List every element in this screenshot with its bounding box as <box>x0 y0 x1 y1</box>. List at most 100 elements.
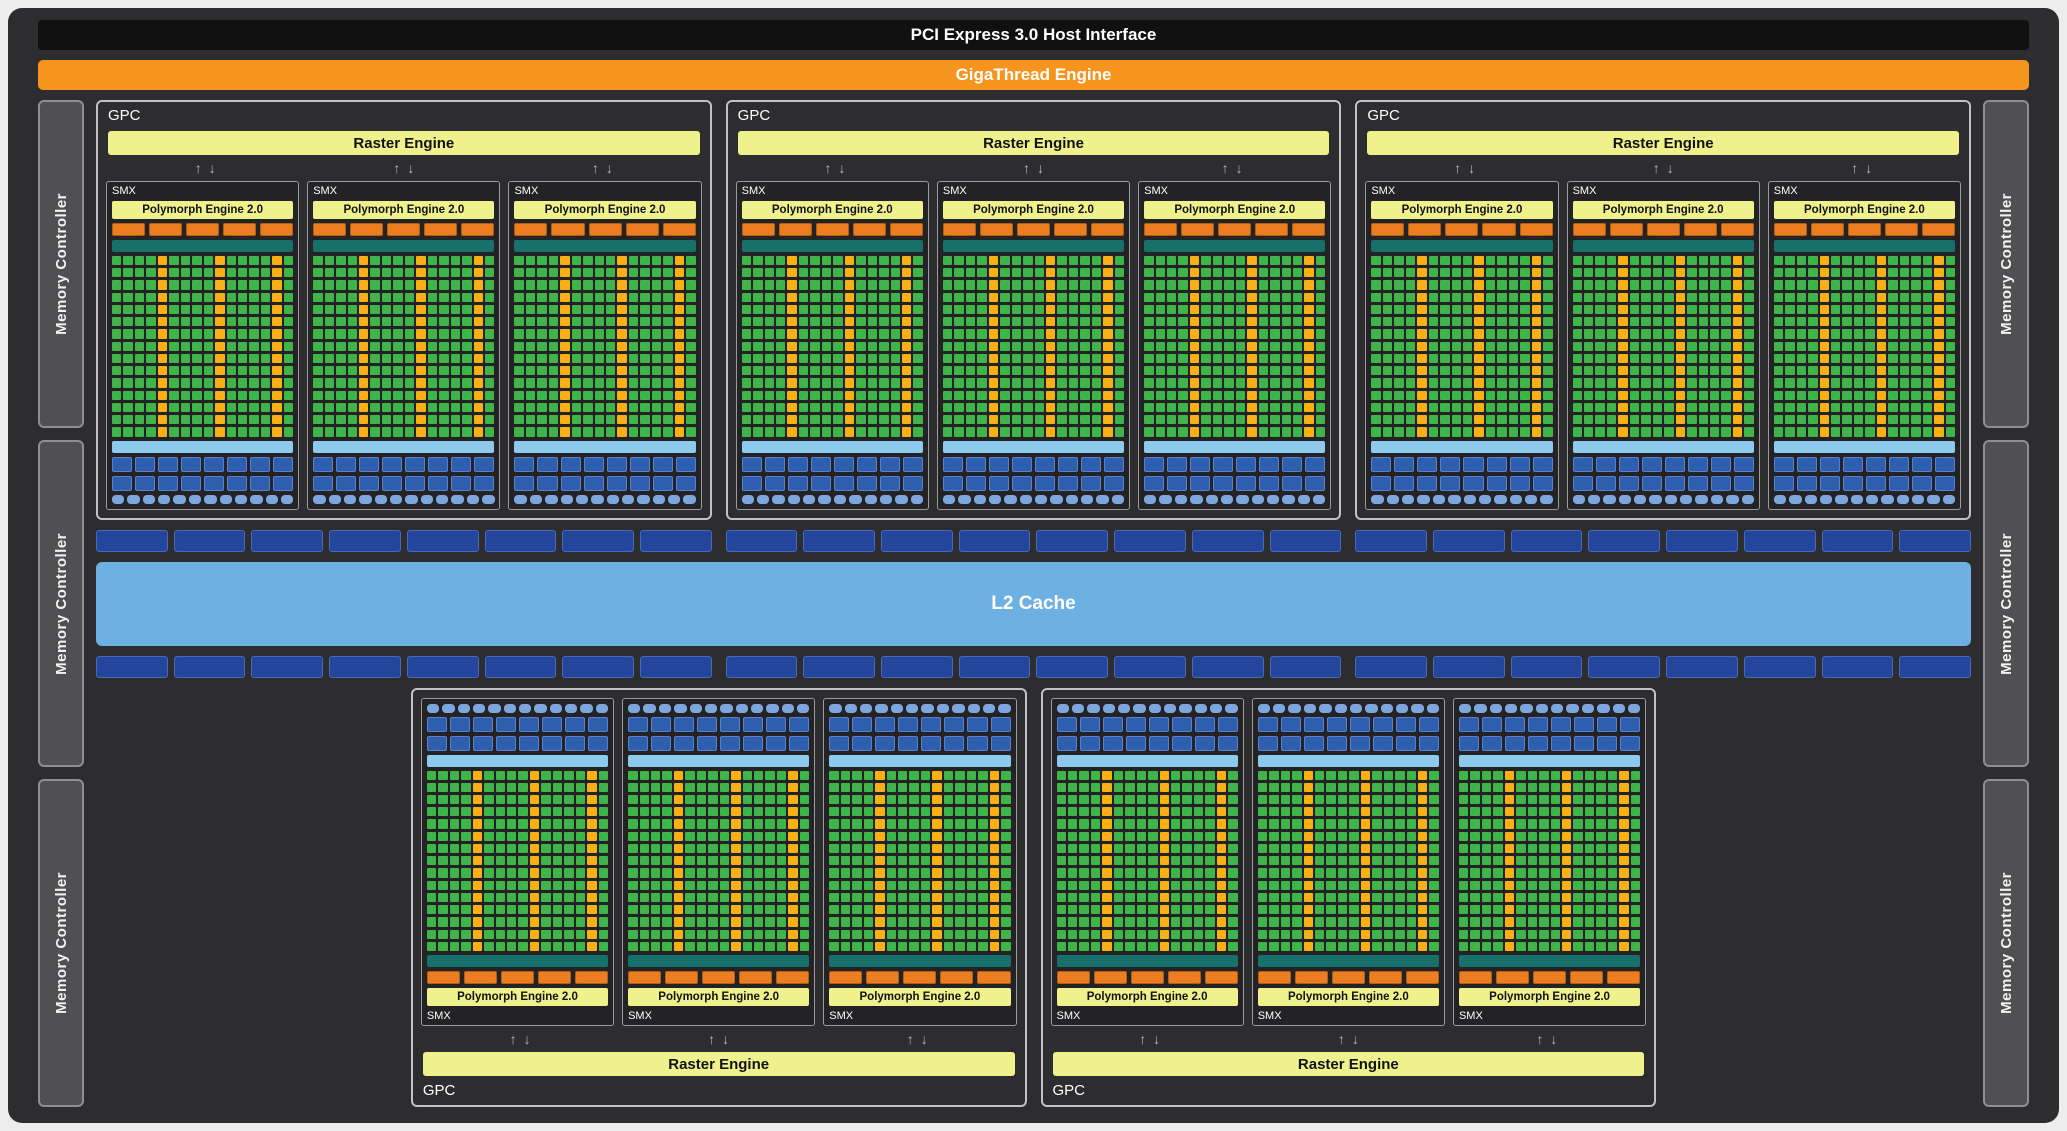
cuda-core-cell <box>462 378 471 387</box>
special-function-cell <box>1618 268 1627 277</box>
cuda-core-cell <box>1092 280 1101 289</box>
cuda-core-cell <box>405 256 414 265</box>
cuda-core-cell <box>1429 856 1438 865</box>
cache-tex-block <box>1144 457 1164 472</box>
cuda-core-cell <box>1000 280 1009 289</box>
cuda-core-cell <box>261 293 270 302</box>
special-function-cell <box>932 771 941 780</box>
cuda-core-cell <box>944 905 953 914</box>
cuda-core-cell <box>1167 427 1176 436</box>
special-function-cell <box>215 268 224 277</box>
special-function-cell <box>1247 317 1256 326</box>
cuda-core-cell <box>1269 905 1278 914</box>
cuda-core-cell <box>485 256 494 265</box>
cuda-core-cell <box>484 930 493 939</box>
smx-label: SMX <box>1057 1010 1238 1022</box>
texture-unit-block <box>803 495 815 504</box>
cuda-core-cell <box>1115 256 1124 265</box>
cuda-core-cell <box>1463 427 1472 436</box>
cuda-core-cell <box>1406 329 1415 338</box>
cache-tex-block <box>834 476 854 491</box>
cache-tex-block <box>720 736 740 751</box>
cuda-core-cell <box>1687 354 1696 363</box>
special-function-cell <box>1418 942 1427 951</box>
cuda-core-cell <box>913 403 922 412</box>
cuda-core-cell <box>1114 930 1123 939</box>
special-function-cell <box>1676 280 1685 289</box>
cuda-core-cell <box>1721 366 1730 375</box>
special-function-cell <box>1217 881 1226 890</box>
cuda-core-cell <box>537 342 546 351</box>
cuda-core-cell <box>743 917 752 926</box>
cache-tex-block <box>496 736 516 751</box>
cuda-core-cell <box>887 942 896 951</box>
cuda-core-cell <box>1543 280 1552 289</box>
cuda-core-cell <box>526 293 535 302</box>
register-file-bar <box>1459 955 1640 967</box>
cuda-core-cell <box>1528 917 1537 926</box>
cuda-core-cell <box>1069 268 1078 277</box>
cuda-core-cell <box>484 844 493 853</box>
cuda-core-cell <box>955 783 964 792</box>
cuda-core-cell <box>1429 819 1438 828</box>
warp-scheduler-block <box>829 971 862 984</box>
cuda-core-cell <box>1395 795 1404 804</box>
cuda-core-cell <box>1315 868 1324 877</box>
cuda-core-cell <box>1573 905 1582 914</box>
cache-tex-block <box>1035 476 1055 491</box>
cuda-core-cell <box>856 403 865 412</box>
special-function-cell <box>1934 366 1943 375</box>
cuda-core-cell <box>1516 795 1525 804</box>
cuda-core-cell <box>1854 268 1863 277</box>
polymorph-engine-bar: Polymorph Engine 2.0 <box>313 201 494 219</box>
cuda-core-cell <box>1946 268 1955 277</box>
cuda-core-cell <box>439 329 448 338</box>
cuda-core-cell <box>1258 783 1267 792</box>
cuda-core-cell <box>336 354 345 363</box>
cache-tex-block <box>1505 736 1525 751</box>
cuda-core-cell <box>966 305 975 314</box>
cuda-core-cell <box>1911 378 1920 387</box>
cuda-core-cell <box>663 342 672 351</box>
cuda-core-cell <box>943 415 952 424</box>
cuda-core-cell <box>1497 415 1506 424</box>
cuda-core-cell <box>1520 329 1529 338</box>
cuda-core-cell <box>572 415 581 424</box>
cache-tex-block <box>788 476 808 491</box>
cuda-core-cell <box>135 305 144 314</box>
l1-cache-row <box>514 476 695 491</box>
polymorph-engine-bar: Polymorph Engine 2.0 <box>1057 988 1238 1006</box>
special-function-cell <box>787 415 796 424</box>
cuda-core-cell <box>1516 771 1525 780</box>
cuda-core-cell <box>913 280 922 289</box>
cuda-core-cell <box>913 342 922 351</box>
cuda-core-cell <box>651 832 660 841</box>
cache-tex-block <box>1482 717 1502 732</box>
cuda-core-cell <box>135 391 144 400</box>
cuda-core-cell <box>868 391 877 400</box>
polymorph-engine-bar: Polymorph Engine 2.0 <box>1573 201 1754 219</box>
cuda-core-cell <box>887 819 896 828</box>
cuda-core-cell <box>977 329 986 338</box>
cuda-core-cell <box>1092 391 1101 400</box>
cuda-core-cell <box>1573 366 1582 375</box>
special-function-cell <box>1562 783 1571 792</box>
cuda-core-cell <box>583 378 592 387</box>
cuda-core-cell <box>1091 856 1100 865</box>
cuda-core-cell <box>1528 844 1537 853</box>
special-function-cell <box>1103 342 1112 351</box>
texture-unit-block <box>458 704 470 713</box>
cache-tex-block <box>1734 457 1754 472</box>
cuda-core-cell <box>868 329 877 338</box>
cuda-core-cell <box>864 930 873 939</box>
cuda-core-cell <box>599 917 608 926</box>
cuda-core-cell <box>1543 391 1552 400</box>
special-function-cell <box>731 844 740 853</box>
cuda-core-cell <box>1459 856 1468 865</box>
special-function-cell <box>1103 305 1112 314</box>
cuda-core-cell <box>629 427 638 436</box>
cache-tex-block <box>584 457 604 472</box>
cache-tex-block <box>1373 717 1393 732</box>
cuda-core-cell <box>891 305 900 314</box>
cache-tex-block <box>1035 457 1055 472</box>
